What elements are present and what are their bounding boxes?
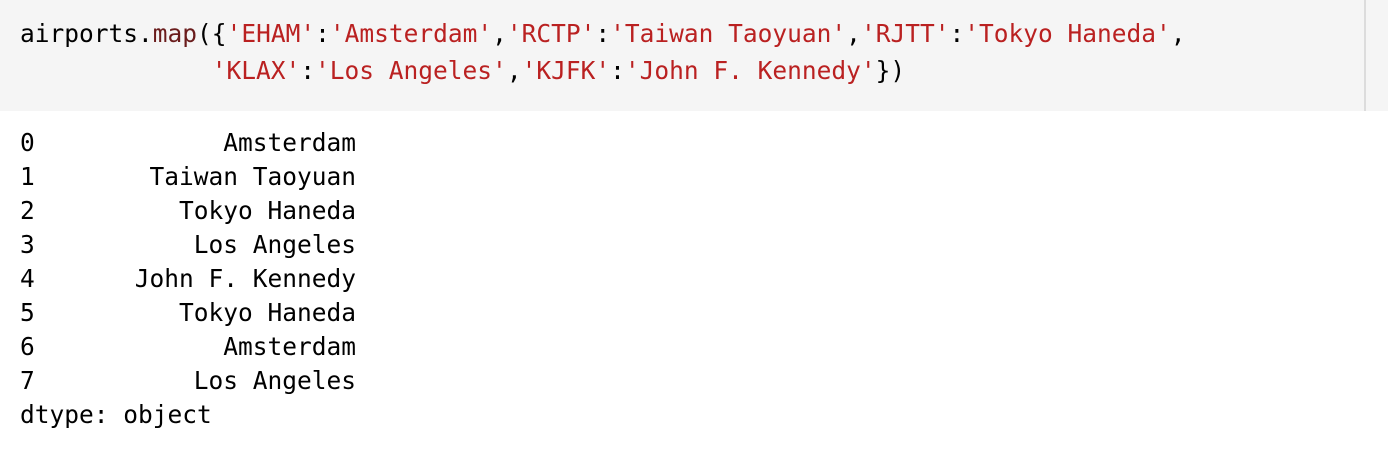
row-value: Tokyo Haneda — [178, 196, 356, 225]
code-comma: , — [1170, 19, 1186, 48]
output-area: 0 Amsterdam 1 Taiwan Taoyuan 2 Tokyo Haneda… — [20, 126, 356, 432]
code-comma: , — [846, 19, 861, 48]
code-value-string: 'Amsterdam' — [329, 19, 493, 48]
code-value-string: 'John F. Kennedy' — [624, 56, 876, 85]
code-colon: : — [610, 56, 625, 85]
code-editor[interactable]: airports.map({'EHAM':'Amsterdam','RCTP':… — [20, 15, 1186, 89]
series-row: 2 Tokyo Haneda — [20, 194, 356, 228]
row-index: 7 — [20, 366, 35, 395]
code-key-string: 'RJTT' — [860, 19, 950, 48]
row-value: Amsterdam — [223, 128, 356, 157]
code-colon: : — [315, 19, 330, 48]
row-index: 5 — [20, 298, 35, 327]
dtype-label: dtype: object — [20, 400, 212, 429]
row-value: Amsterdam — [223, 332, 356, 361]
series-row: 5 Tokyo Haneda — [20, 296, 356, 330]
code-colon: : — [595, 19, 611, 48]
code-variable: airports — [20, 19, 139, 48]
row-value: Taiwan Taoyuan — [149, 162, 356, 191]
series-row: 3 Los Angeles — [20, 228, 356, 262]
row-index: 2 — [20, 196, 35, 225]
row-value: Los Angeles — [193, 366, 356, 395]
row-index: 3 — [20, 230, 35, 259]
code-open-bracket: ({ — [197, 19, 227, 48]
code-key-string: 'EHAM' — [226, 19, 316, 48]
row-value: Los Angeles — [193, 230, 356, 259]
series-row: 1 Taiwan Taoyuan — [20, 160, 356, 194]
series-row: 6 Amsterdam — [20, 330, 356, 364]
series-row: 7 Los Angeles — [20, 364, 356, 398]
code-key-string: 'KJFK' — [521, 56, 611, 85]
code-value-string: 'Taiwan Taoyuan' — [610, 19, 847, 48]
row-index: 4 — [20, 264, 35, 293]
code-dot: . — [138, 19, 153, 48]
series-row: 0 Amsterdam — [20, 126, 356, 160]
code-comma: , — [506, 56, 522, 85]
row-value: Tokyo Haneda — [178, 298, 356, 327]
code-colon: : — [949, 19, 965, 48]
code-value-string: 'Los Angeles' — [315, 56, 507, 85]
code-value-string: 'Tokyo Haneda' — [964, 19, 1171, 48]
code-key-string: 'KLAX' — [211, 56, 301, 85]
row-index: 1 — [20, 162, 35, 191]
row-index: 0 — [20, 128, 35, 157]
code-input-cell[interactable]: airports.map({'EHAM':'Amsterdam','RCTP':… — [0, 0, 1388, 111]
code-close-bracket: }) — [875, 56, 906, 85]
row-value: John F. Kennedy — [134, 264, 356, 293]
row-index: 6 — [20, 332, 35, 361]
code-function-name: map — [152, 19, 198, 48]
code-comma: , — [492, 19, 507, 48]
code-colon: : — [300, 56, 316, 85]
code-key-string: 'RCTP' — [506, 19, 596, 48]
input-scrollbar[interactable] — [1364, 0, 1366, 111]
series-row: 4 John F. Kennedy — [20, 262, 356, 296]
